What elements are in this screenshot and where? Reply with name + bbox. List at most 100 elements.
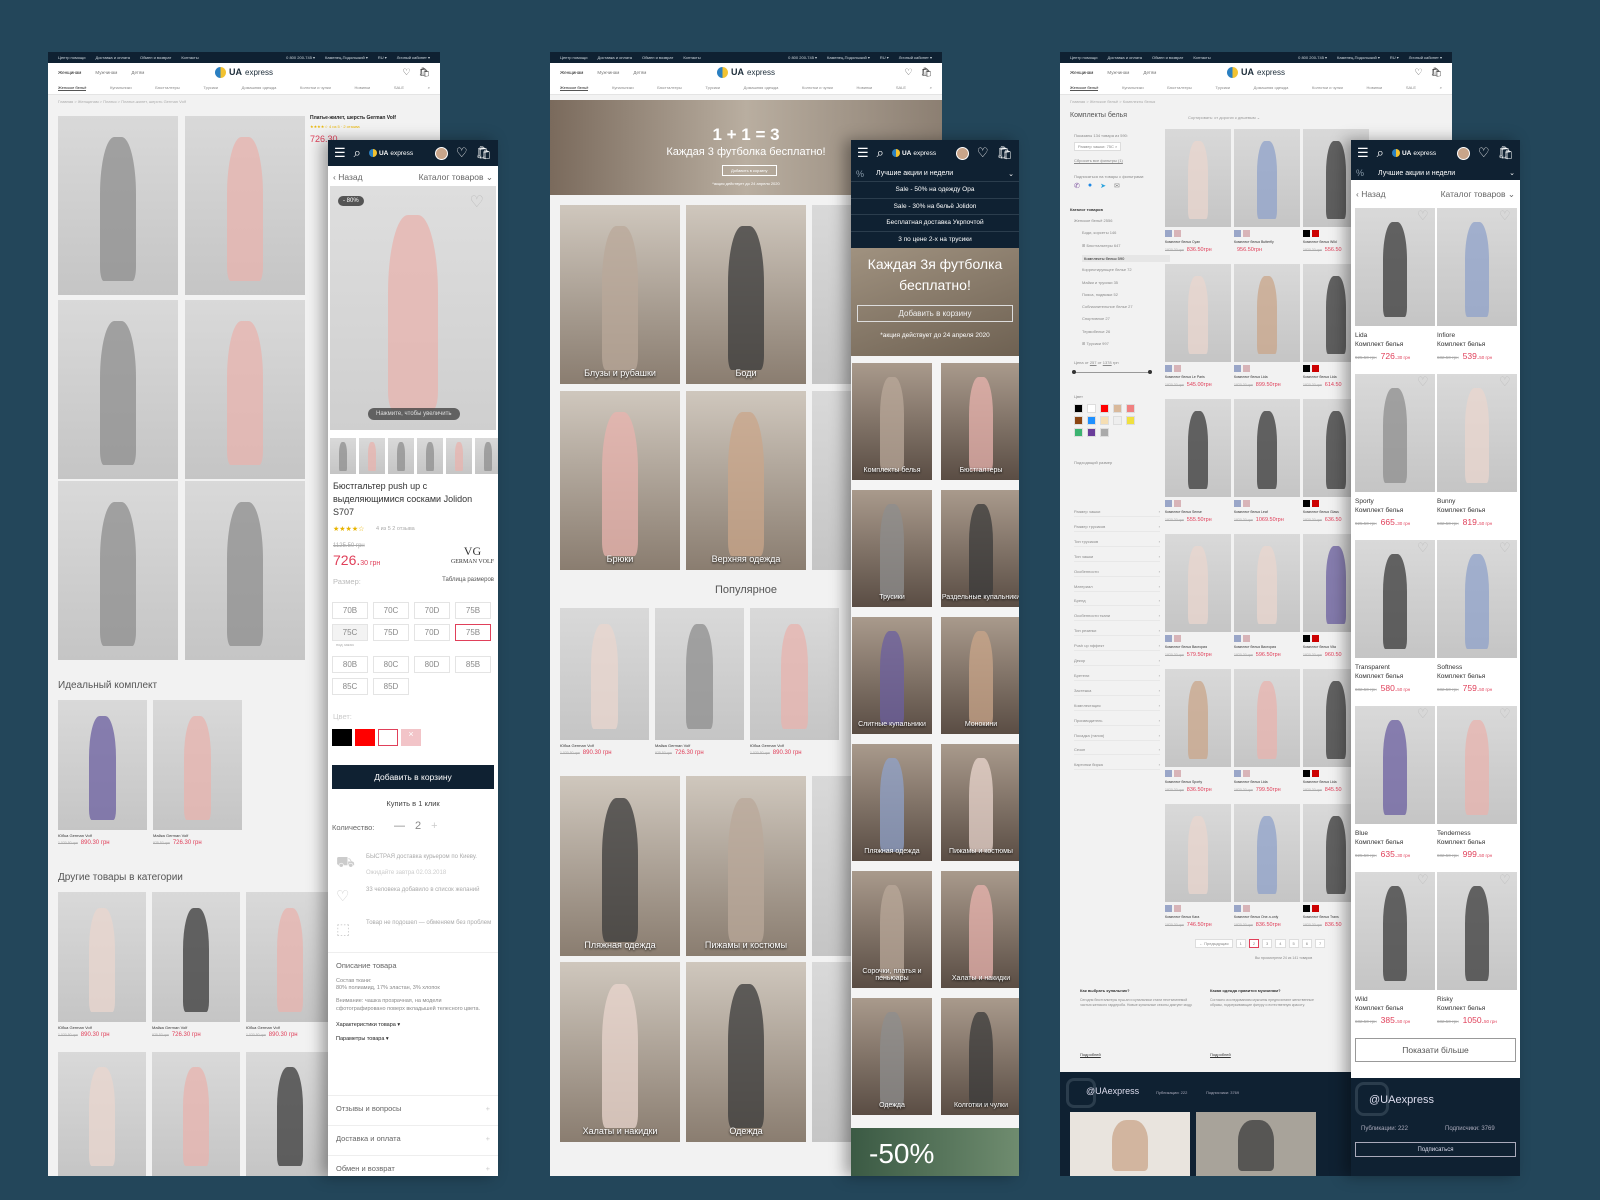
pagination-item[interactable]: 4	[1275, 939, 1286, 948]
specs-toggle[interactable]: Характеристики товара ▾	[336, 1022, 490, 1028]
breadcrumb[interactable]: Главная > Женщинам > Платья > Платье-жил…	[48, 95, 440, 108]
city-dropdown[interactable]: Каменец-Подольский ▾	[827, 55, 870, 60]
category-link[interactable]: Трусики	[203, 85, 218, 90]
heart-icon[interactable]: ♡	[904, 67, 912, 78]
color-swatch[interactable]	[1312, 500, 1319, 507]
cart-icon[interactable]: 🛍︎	[475, 145, 492, 161]
wishlist-icon[interactable]: ♡	[1417, 872, 1429, 888]
color-swatch[interactable]	[1234, 905, 1241, 912]
color-swatch[interactable]: ×	[401, 729, 421, 746]
top-link[interactable]: Контакты	[683, 55, 700, 60]
menu-icon[interactable]: ☰	[334, 145, 346, 161]
category-link[interactable]: Новинки	[355, 85, 371, 90]
color-swatch[interactable]	[1243, 770, 1250, 777]
filter-accordion[interactable]: Декор ›	[1074, 658, 1160, 666]
color-swatch[interactable]	[1174, 500, 1181, 507]
product-name[interactable]: Комплект белья Sense	[1165, 510, 1202, 514]
product-name[interactable]: Майка German Volf	[655, 743, 690, 748]
wishlist-icon[interactable]: ♡	[470, 192, 484, 212]
chevron-down-icon[interactable]: ⌄	[1008, 170, 1014, 178]
wishlist-icon[interactable]: ♡	[1417, 706, 1429, 722]
product-photo[interactable]	[1165, 804, 1231, 902]
cart-icon[interactable]: 🛍︎	[996, 145, 1013, 161]
product-photo[interactable]	[1355, 208, 1435, 326]
category-tile[interactable]: Пляжная одежда	[852, 744, 932, 861]
product-name[interactable]: Комплект белья Sporty	[1165, 780, 1202, 784]
category-link[interactable]: Женское бельё	[58, 85, 87, 91]
color-swatch[interactable]	[1243, 905, 1250, 912]
product-name[interactable]: Tenderness Комплект белья	[1437, 830, 1485, 848]
catalog-dropdown[interactable]: Каталог товаров ⌄	[1441, 189, 1515, 200]
product-name[interactable]: Комплект белья Lida	[1303, 375, 1337, 379]
catalog-tree-item[interactable]: ⊞ Бюстгальтеры 647	[1082, 243, 1121, 248]
product-name[interactable]: Комплект белья Lida	[1303, 780, 1337, 784]
category-link[interactable]: Женское бельё	[560, 85, 589, 91]
product-photo[interactable]	[1165, 669, 1231, 767]
plus-button[interactable]: +	[431, 820, 437, 832]
product-name[interactable]: Bunny Комплект белья	[1437, 498, 1485, 516]
filter-accordion[interactable]: Тип резинки ›	[1074, 628, 1160, 637]
category-tile[interactable]: Пижамы и костюмы	[941, 744, 1019, 861]
category-link[interactable]: Колготки и чулки	[300, 85, 331, 90]
telegram-icon[interactable]: ➤	[1100, 182, 1106, 190]
wishlist-icon[interactable]: ♡	[1417, 374, 1429, 390]
product-name[interactable]: Комплект белья Kara	[1165, 915, 1199, 919]
account-dropdown[interactable]: Личный кабинет ▾	[397, 55, 430, 60]
top-link[interactable]: Обмен и возврат	[1152, 55, 1183, 60]
product-photo[interactable]	[1165, 534, 1231, 632]
product-photo[interactable]	[1355, 374, 1435, 492]
category-tile[interactable]: Трусики	[852, 490, 932, 607]
messenger-icon[interactable]: ●	[1088, 182, 1092, 190]
wishlist-icon[interactable]: ♡	[1417, 540, 1429, 556]
heart-icon[interactable]: ♡	[456, 145, 468, 161]
show-more-button[interactable]: Показати більше	[1355, 1038, 1516, 1062]
product-name[interactable]: Юбка German Volf	[750, 743, 784, 748]
size-option[interactable]: 80B	[332, 656, 368, 673]
color-swatch[interactable]	[1243, 635, 1250, 642]
size-option[interactable]: 75B	[455, 624, 491, 641]
category-tile[interactable]: Комплекты белья	[852, 363, 932, 480]
thumbnail[interactable]	[388, 438, 414, 474]
instagram-handle[interactable]: @UAexpress	[1086, 1086, 1139, 1096]
product-name[interactable]: Infiore Комплект белья	[1437, 332, 1485, 350]
product-name[interactable]: Комплект белья Butterfly	[1234, 240, 1274, 244]
product-photo[interactable]	[1234, 129, 1300, 227]
size-option[interactable]: 70D	[414, 624, 450, 641]
phone-dropdown[interactable]: 0 800 200-745 ▾	[788, 55, 817, 60]
reset-filters-link[interactable]: Сбросить все фильтры (1)	[1074, 158, 1123, 163]
top-link[interactable]: Обмен и возврат	[642, 55, 673, 60]
category-tile[interactable]: Боди	[686, 205, 806, 384]
color-filter-swatch[interactable]	[1113, 404, 1122, 413]
hero-cta-button[interactable]: Добавить в корзину	[722, 165, 777, 176]
avatar[interactable]	[955, 146, 969, 160]
color-filter-swatch[interactable]	[1074, 404, 1083, 413]
email-icon[interactable]: ✉	[1114, 182, 1120, 190]
category-tile[interactable]: Одежда	[852, 998, 932, 1115]
phone-dropdown[interactable]: 0 800 200-745 ▾	[286, 55, 315, 60]
cart-icon[interactable]: 🛍︎	[419, 67, 430, 78]
account-dropdown[interactable]: Личный кабинет ▾	[1409, 55, 1442, 60]
category-link[interactable]: Новинки	[857, 85, 873, 90]
wishlist-icon[interactable]: ♡	[1499, 208, 1511, 224]
promo-menu-item[interactable]: Sale - 50% на одежду Opa	[851, 181, 1019, 198]
product-photo[interactable]	[1355, 706, 1435, 824]
pagination-item[interactable]: 2	[1248, 939, 1260, 948]
pagination-item[interactable]: 5	[1288, 939, 1299, 948]
logo[interactable]: UA express	[214, 66, 273, 78]
product-name[interactable]: Комплект белья Wild	[1303, 240, 1337, 244]
thumbnail[interactable]	[475, 438, 498, 474]
size-table-link[interactable]: Таблица размеров	[442, 577, 494, 583]
product-photo[interactable]	[152, 1052, 240, 1176]
category-link[interactable]: Купальники	[110, 85, 132, 90]
category-tile[interactable]: Бюстгалтеры	[941, 363, 1019, 480]
filter-accordion[interactable]: Материал ›	[1074, 584, 1160, 592]
audience-tab[interactable]: Мужчинам	[1107, 70, 1129, 75]
logo[interactable]: UA express	[368, 149, 413, 157]
product-photo[interactable]	[750, 608, 839, 740]
category-link[interactable]: SALE	[896, 85, 906, 90]
product-photo[interactable]	[1234, 264, 1300, 362]
audience-tab[interactable]: Женщинам	[1070, 70, 1093, 75]
color-swatch[interactable]	[332, 729, 352, 746]
color-swatch[interactable]	[1234, 230, 1241, 237]
product-photo[interactable]	[1165, 264, 1231, 362]
